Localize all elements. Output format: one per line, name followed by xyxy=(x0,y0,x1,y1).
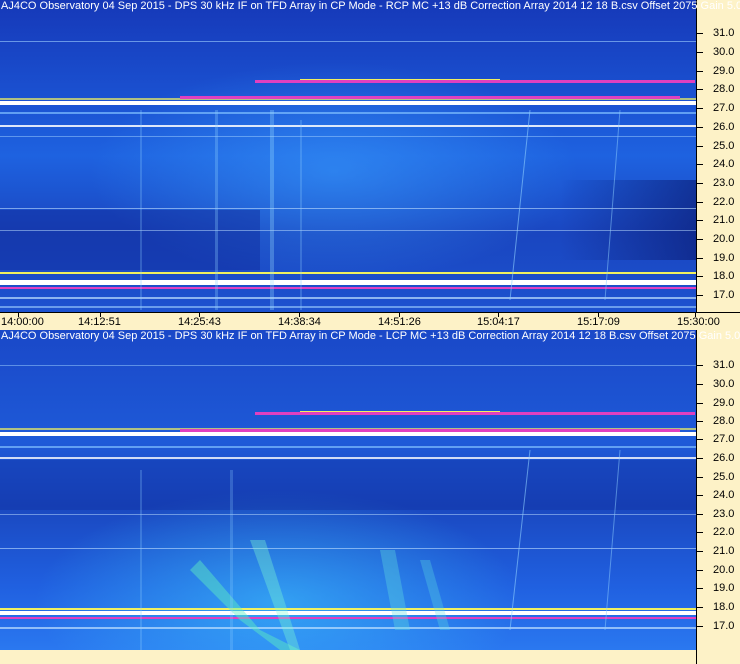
freq-label: 19.0 xyxy=(713,252,735,264)
freq-label: 31.0 xyxy=(713,27,735,39)
freq-label: 25.0 xyxy=(713,140,735,152)
freq-tick xyxy=(697,439,703,440)
freq-tick xyxy=(697,495,703,496)
freq-label: 20.0 xyxy=(713,564,735,576)
time-axis: 14:00:00 14:12:51 14:25:43 14:38:34 14:5… xyxy=(0,312,740,330)
time-label: 15:04:17 xyxy=(477,316,520,328)
freq-tick xyxy=(697,202,703,203)
freq-label: 26.0 xyxy=(713,121,735,133)
freq-tick xyxy=(697,71,703,72)
freq-label: 30.0 xyxy=(713,46,735,58)
freq-tick xyxy=(697,276,703,277)
freq-tick xyxy=(697,239,703,240)
freq-label: 29.0 xyxy=(713,397,735,409)
freq-label: 29.0 xyxy=(713,65,735,77)
freq-label: 17.0 xyxy=(713,620,735,632)
freq-tick xyxy=(697,514,703,515)
time-label: 14:00:00 xyxy=(1,316,44,328)
freq-tick xyxy=(697,146,703,147)
freq-tick xyxy=(697,295,703,296)
freq-label: 21.0 xyxy=(713,545,735,557)
freq-tick xyxy=(697,258,703,259)
freq-label: 18.0 xyxy=(713,601,735,613)
bottom-strip xyxy=(0,650,696,664)
time-label: 15:17:09 xyxy=(577,316,620,328)
time-label: 15:30:00 xyxy=(677,316,720,328)
freq-tick xyxy=(697,532,703,533)
freq-tick xyxy=(697,52,703,53)
freq-tick xyxy=(697,551,703,552)
freq-tick xyxy=(697,570,703,571)
freq-label: 31.0 xyxy=(713,359,735,371)
freq-label: 21.0 xyxy=(713,214,735,226)
rcp-frequency-axis: 31.0 30.0 29.0 28.0 27.0 26.0 25.0 24.0 … xyxy=(696,0,740,312)
freq-tick xyxy=(697,626,703,627)
time-label: 14:12:51 xyxy=(78,316,121,328)
freq-tick xyxy=(697,164,703,165)
lcp-spectrogram xyxy=(0,330,696,664)
time-label: 14:51:26 xyxy=(378,316,421,328)
freq-label: 27.0 xyxy=(713,433,735,445)
lcp-spectrogram-panel: AJ4CO Observatory 04 Sep 2015 - DPS 30 k… xyxy=(0,330,740,664)
freq-label: 23.0 xyxy=(713,177,735,189)
rcp-spectrogram-panel: AJ4CO Observatory 04 Sep 2015 - DPS 30 k… xyxy=(0,0,740,312)
lcp-caption: AJ4CO Observatory 04 Sep 2015 - DPS 30 k… xyxy=(1,330,740,342)
freq-label: 28.0 xyxy=(713,83,735,95)
lcp-spectrogram-image xyxy=(0,330,696,650)
rcp-spectrogram xyxy=(0,0,696,312)
freq-tick xyxy=(697,477,703,478)
freq-label: 24.0 xyxy=(713,489,735,501)
freq-label: 27.0 xyxy=(713,102,735,114)
freq-label: 22.0 xyxy=(713,196,735,208)
rcp-spectrogram-image xyxy=(0,0,696,312)
freq-tick xyxy=(697,458,703,459)
freq-label: 25.0 xyxy=(713,471,735,483)
time-label: 14:38:34 xyxy=(278,316,321,328)
freq-tick xyxy=(697,108,703,109)
freq-tick xyxy=(697,33,703,34)
time-label: 14:25:43 xyxy=(178,316,221,328)
rcp-caption: AJ4CO Observatory 04 Sep 2015 - DPS 30 k… xyxy=(1,0,740,12)
freq-tick xyxy=(697,365,703,366)
lcp-frequency-axis: 31.0 30.0 29.0 28.0 27.0 26.0 25.0 24.0 … xyxy=(696,330,740,664)
freq-tick xyxy=(697,421,703,422)
freq-label: 23.0 xyxy=(713,508,735,520)
freq-label: 26.0 xyxy=(713,452,735,464)
freq-label: 20.0 xyxy=(713,233,735,245)
freq-tick xyxy=(697,183,703,184)
freq-tick xyxy=(697,384,703,385)
freq-tick xyxy=(697,127,703,128)
freq-label: 30.0 xyxy=(713,378,735,390)
freq-label: 17.0 xyxy=(713,289,735,301)
freq-label: 18.0 xyxy=(713,270,735,282)
freq-tick xyxy=(697,403,703,404)
freq-label: 24.0 xyxy=(713,158,735,170)
freq-tick xyxy=(697,607,703,608)
freq-tick xyxy=(697,588,703,589)
freq-label: 28.0 xyxy=(713,415,735,427)
freq-tick xyxy=(697,220,703,221)
freq-label: 22.0 xyxy=(713,526,735,538)
freq-tick xyxy=(697,89,703,90)
freq-label: 19.0 xyxy=(713,582,735,594)
